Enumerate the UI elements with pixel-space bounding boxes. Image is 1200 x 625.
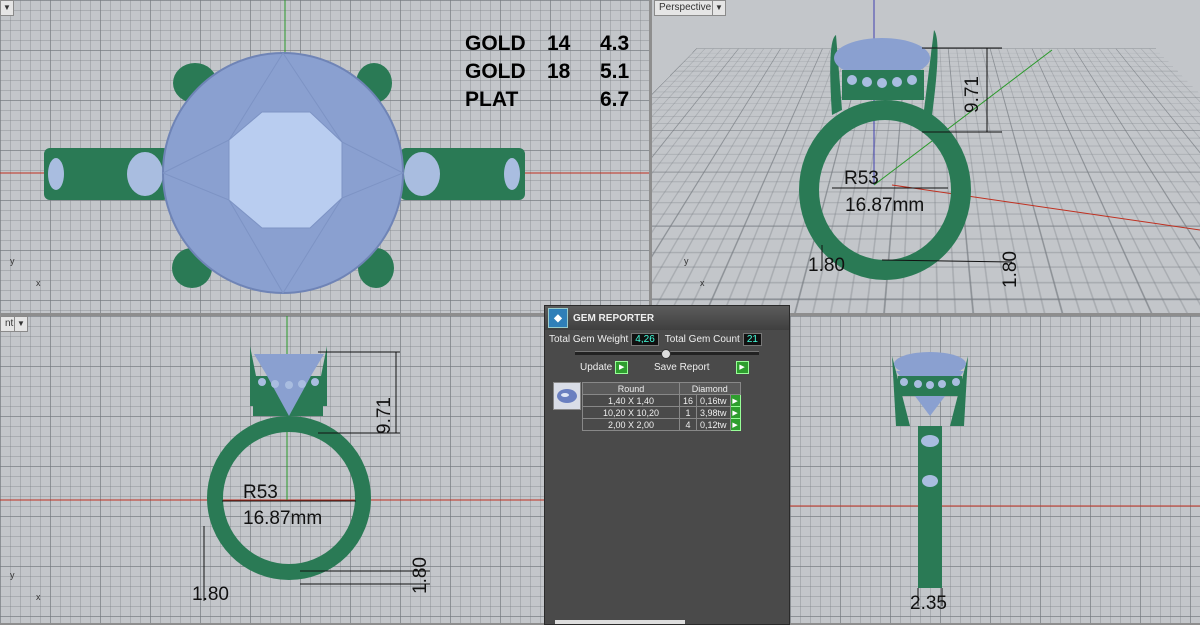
side-width-label: 2.35 [910,593,947,614]
save-report-button[interactable]: Save Report ▶ [654,361,749,374]
gem-size: 10,20 X 10,20 [582,406,680,419]
shape-header: Round [582,382,680,395]
gem-size: 2,00 X 2,00 [582,418,680,431]
table-header: Round Diamond [582,382,741,395]
total-gem-count-label: Total Gem Count [664,334,740,345]
karat-label: 14 [547,32,571,55]
update-label: Update [580,362,613,373]
total-gem-weight-value: 4,26 [631,333,659,346]
gem-count: 4 [678,418,698,431]
axis-x-label: x [36,592,41,602]
gem-size: 1,40 X 1,40 [582,394,680,407]
height-label: 9.71 [374,397,395,434]
radius-label: R53 [243,482,278,503]
gem-table: Round Diamond 1,40 X 1,40 16 0,16tw ▶ 10… [582,382,741,431]
totals-row: Total Gem Weight 4,26 Total Gem Count 21 [549,333,785,346]
weight-row: PLAT 6.7 [465,86,629,114]
gem-reporter-logo-icon: ◆ [548,308,568,328]
viewport-menu-icon[interactable]: ▼ [0,0,14,16]
viewport-front[interactable]: nt ▼ R53 16.87mm 9.71 1.80 1.80 y x [0,316,544,623]
radius-label: R53 [844,168,879,189]
perspective-view-model [799,0,1200,280]
weight-value: 4.3 [600,32,630,55]
update-button[interactable]: Update ▶ [580,361,629,374]
metal-label: GOLD [465,60,526,83]
band-width-label: 1.80 [808,255,845,276]
type-header: Diamond [679,382,741,395]
table-row: 10,20 X 10,20 1 3,98tw ▶ [582,406,741,419]
band-thickness-label: 1.80 [1000,251,1021,288]
karat-label [547,86,600,114]
axis-y-label: y [684,256,689,266]
play-icon: ▶ [615,361,629,374]
diameter-label: 16.87mm [845,195,925,216]
metal-label: GOLD [465,32,526,55]
panel-title: GEM REPORTER [573,312,655,324]
gem-weight: 0,16tw [696,394,731,407]
gem-reporter-panel: ◆ GEM REPORTER Total Gem Weight 4,26 Tot… [544,305,790,625]
gem-weight: 3,98tw [696,406,731,419]
axis-x-label: x [700,278,705,288]
viewport-top[interactable]: GOLD 14 4.3 GOLD 18 5.1 PLAT 6.7 y x ▼ [0,0,649,313]
band-thickness-label: 1.80 [410,557,431,594]
front-view-model [0,316,544,601]
karat-label: 18 [547,60,571,83]
table-row: 1,40 X 1,40 16 0,16tw ▶ [582,394,741,407]
row-select-button[interactable]: ▶ [729,406,741,419]
metal-weight-table: GOLD 14 4.3 GOLD 18 5.1 PLAT 6.7 [465,30,629,114]
viewport-perspective[interactable]: Perspective ▼ R53 16.87mm 9.71 1.80 1.80… [652,0,1200,313]
height-label: 9.71 [962,76,983,113]
total-gem-weight-label: Total Gem Weight [549,334,629,345]
row-select-button[interactable]: ▶ [729,394,741,407]
weight-row: GOLD 18 5.1 [465,58,629,86]
metal-label: PLAT [465,88,519,111]
panel-slider-knob[interactable] [661,349,671,359]
round-gem-icon [553,382,581,410]
side-view-model [790,352,1200,606]
axis-x-label: x [36,278,41,288]
viewport-right[interactable]: 2.35 [790,316,1200,623]
gem-count: 1 [678,406,698,419]
weight-value: 6.7 [600,88,630,111]
save-report-label: Save Report [654,362,710,373]
axis-y-label: y [10,256,15,266]
weight-row: GOLD 14 4.3 [465,30,629,58]
play-icon: ▶ [735,361,749,374]
gem-count: 16 [678,394,698,407]
gem-weight: 0,12tw [696,418,731,431]
axis-y-label: y [10,570,15,580]
weight-value: 5.1 [600,60,630,83]
row-select-button[interactable]: ▶ [729,418,741,431]
diameter-label: 16.87mm [243,508,323,529]
table-row: 2,00 X 2,00 4 0,12tw ▶ [582,418,741,431]
band-width-label: 1.80 [192,584,229,605]
total-gem-count-value: 21 [742,333,762,346]
panel-scrollbar[interactable] [555,620,685,624]
panel-title-bar[interactable]: ◆ GEM REPORTER [545,306,789,330]
